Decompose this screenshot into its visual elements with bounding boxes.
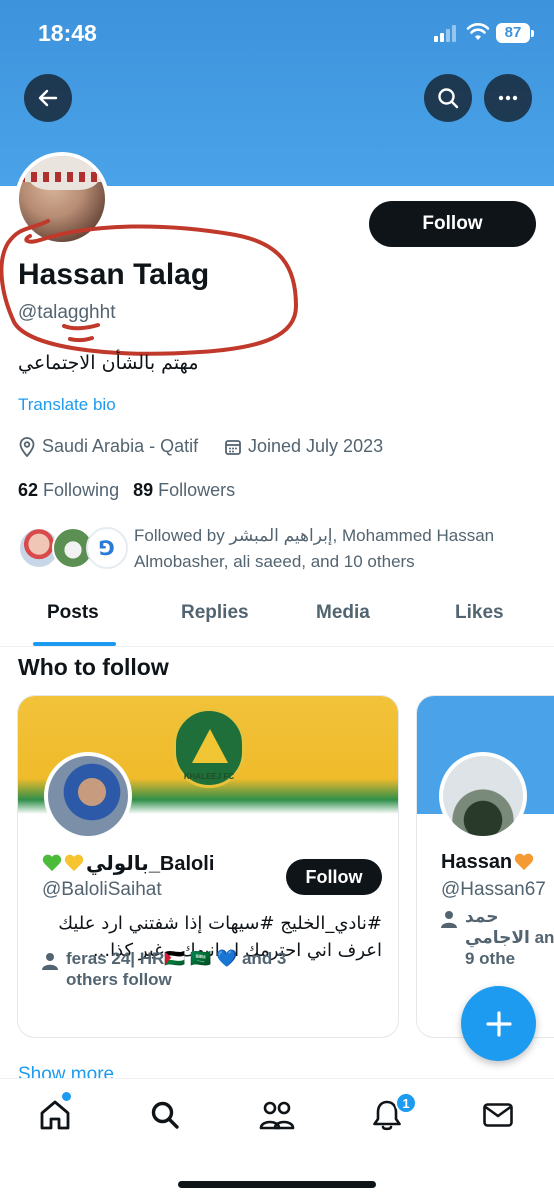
active-tab-indicator — [33, 642, 116, 646]
home-indicator — [178, 1181, 376, 1188]
notifications-badge: 1 — [395, 1092, 417, 1114]
tab-media[interactable]: Media — [316, 602, 370, 624]
card-follow-button[interactable]: Follow — [286, 859, 382, 895]
followed-by-text[interactable]: Followed by إبراهيم المبشر, Mohammed Has… — [134, 523, 534, 575]
nav-search[interactable] — [145, 1095, 185, 1135]
location-text: Saudi Arabia - Qatif — [42, 436, 199, 456]
avatar: ⅁ — [86, 527, 128, 569]
followed-by-avatars[interactable]: ⅁ — [18, 527, 128, 571]
joined-text: Joined July 2023 — [248, 436, 384, 456]
wifi-icon — [466, 23, 490, 40]
compose-post-button[interactable] — [461, 986, 536, 1061]
tab-replies[interactable]: Replies — [181, 602, 249, 624]
back-button[interactable] — [24, 74, 72, 122]
follow-counts: 62 Following 89 Followers — [18, 480, 235, 501]
avatar[interactable] — [44, 752, 132, 840]
tab-posts[interactable]: Posts — [47, 602, 99, 624]
search-icon — [151, 1101, 179, 1129]
suggestion-card[interactable]: KHALEEJ FC بالولي_Baloli @BaloliSaihat F… — [17, 695, 399, 1038]
location-pin-icon — [19, 436, 35, 457]
communities-icon — [259, 1101, 295, 1130]
plus-icon — [485, 1010, 512, 1037]
status-time: 18:48 — [38, 20, 97, 46]
home-icon — [40, 1100, 70, 1130]
nav-home[interactable] — [35, 1095, 75, 1135]
follow-button[interactable]: Follow — [369, 201, 536, 247]
signal-icon — [434, 25, 460, 42]
orange-heart-icon — [514, 854, 534, 872]
suggestion-card[interactable]: Hassan @Hassan67 حمد الاجامي and 9 othe — [416, 695, 554, 1038]
social-context: حمد الاجامي and 9 othe — [441, 906, 554, 969]
calendar-icon — [225, 439, 241, 455]
person-icon — [441, 911, 457, 928]
home-notification-dot — [62, 1092, 71, 1101]
card-display-name: بالولي_Baloli — [42, 851, 214, 876]
ellipsis-icon — [498, 95, 518, 101]
followers-link[interactable]: 89 Followers — [133, 480, 235, 500]
card-display-name: Hassan — [441, 851, 534, 874]
battery-icon: 87 — [496, 23, 534, 43]
card-handle: @BaloliSaihat — [42, 879, 162, 900]
green-heart-icon — [42, 855, 62, 873]
profile-bio: مهتم بالشأن الاجتماعي — [18, 352, 199, 374]
arrow-left-icon — [38, 89, 58, 107]
joined-info: Joined July 2023 — [224, 436, 383, 457]
profile-tabs: Posts Replies Media Likes — [0, 592, 554, 647]
search-icon — [438, 88, 459, 109]
translate-bio-link[interactable]: Translate bio — [18, 395, 116, 415]
crest-label: KHALEEJ FC — [183, 772, 235, 781]
yellow-heart-icon — [64, 855, 84, 873]
envelope-icon — [483, 1103, 513, 1127]
search-button[interactable] — [424, 74, 472, 122]
status-bar: 18:48 87 — [0, 0, 554, 66]
red-annotation-circle — [0, 219, 299, 356]
social-context: feras 24| HR🇵🇸 🇸🇦 💙 and 3 others follow — [42, 948, 316, 990]
following-link[interactable]: 62 Following — [18, 480, 119, 500]
nav-communities[interactable] — [257, 1095, 297, 1135]
card-handle: @Hassan67 — [441, 879, 546, 900]
location-info: Saudi Arabia - Qatif — [18, 436, 198, 457]
person-icon — [42, 953, 58, 970]
tab-likes[interactable]: Likes — [455, 602, 504, 624]
more-options-button[interactable] — [484, 74, 532, 122]
avatar[interactable] — [439, 752, 527, 840]
who-to-follow-heading: Who to follow — [18, 654, 169, 680]
nav-messages[interactable] — [478, 1095, 518, 1135]
